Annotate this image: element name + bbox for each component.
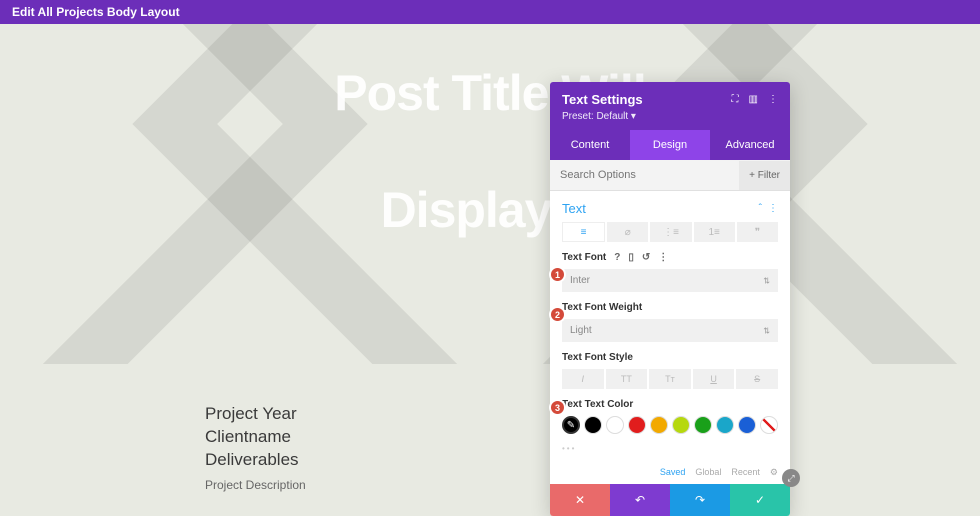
color-more-button[interactable]: •••	[550, 444, 790, 461]
color-tabs: Saved Global Recent ⚙	[550, 461, 790, 484]
reset-icon[interactable]: ↺	[642, 252, 650, 263]
tab-advanced[interactable]: Advanced	[710, 130, 790, 160]
smallcaps-button[interactable]: Tᴛ	[649, 369, 691, 389]
search-row: + Filter	[550, 160, 790, 191]
style-label: Text Font Style	[562, 352, 633, 363]
align-row: ≡ ⌀ ⋮≡ 1≡ ❞	[550, 222, 790, 252]
redo-button[interactable]: ↷	[670, 484, 730, 516]
save-button[interactable]: ✓	[730, 484, 790, 516]
top-bar: Edit All Projects Body Layout	[0, 0, 980, 24]
tabs: Content Design Advanced	[550, 130, 790, 160]
chevron-up-icon[interactable]: ˆ	[759, 203, 762, 214]
align-ol-button[interactable]: 1≡	[694, 222, 735, 242]
color-label: Text Text Color	[562, 399, 633, 410]
weight-label: Text Font Weight	[562, 302, 642, 313]
hero-area: Post Title Will Display H	[0, 24, 980, 364]
color-section: Text Text Color ✎	[550, 399, 790, 444]
gear-icon[interactable]: ⚙	[770, 467, 778, 478]
color-swatch[interactable]	[716, 416, 734, 434]
select-arrow-icon: ⇅	[763, 326, 770, 335]
annotation-badge-2: 2	[549, 306, 566, 323]
settings-panel: Text Settings ⛶ ▥ ⋮ Preset: Default ▾ Co…	[550, 82, 790, 516]
section-title: Text	[562, 201, 586, 216]
responsive-icon[interactable]: ▯	[628, 252, 634, 263]
align-left-button[interactable]: ≡	[562, 222, 605, 242]
panel-title: Text Settings	[562, 92, 643, 107]
color-swatch[interactable]	[606, 416, 624, 434]
italic-button[interactable]: I	[562, 369, 604, 389]
color-swatch[interactable]	[738, 416, 756, 434]
color-swatch[interactable]	[694, 416, 712, 434]
hero-title-line2: Display H	[0, 181, 980, 239]
color-swatch[interactable]	[650, 416, 668, 434]
color-tab-global[interactable]: Global	[695, 467, 721, 478]
hero-title-line1: Post Title Will	[0, 64, 980, 122]
columns-icon[interactable]: ▥	[749, 94, 758, 105]
eyedropper-button[interactable]: ✎	[562, 416, 580, 434]
drag-handle[interactable]: ⤢	[782, 469, 800, 487]
tab-content[interactable]: Content	[550, 130, 630, 160]
filter-button[interactable]: + Filter	[739, 161, 790, 190]
align-quote-button[interactable]: ❞	[737, 222, 778, 242]
content-area: Project Year Clientname Deliverables Pro…	[0, 364, 980, 492]
search-input[interactable]	[550, 160, 739, 190]
top-bar-title: Edit All Projects Body Layout	[12, 5, 180, 19]
weight-section: Text Font Weight Light ⇅	[550, 302, 790, 352]
font-label: Text Font	[562, 252, 606, 263]
tab-design[interactable]: Design	[630, 130, 710, 160]
help-icon[interactable]: ?	[614, 252, 620, 263]
undo-button[interactable]: ↶	[610, 484, 670, 516]
align-link-button[interactable]: ⌀	[607, 222, 648, 242]
uppercase-button[interactable]: TT	[606, 369, 648, 389]
more-icon[interactable]: ⋮	[768, 94, 778, 105]
close-button[interactable]: ✕	[550, 484, 610, 516]
section-more-icon[interactable]: ⋮	[768, 203, 778, 214]
preset-label[interactable]: Preset: Default ▾	[562, 111, 778, 122]
select-arrow-icon: ⇅	[763, 276, 770, 285]
align-ul-button[interactable]: ⋮≡	[650, 222, 691, 242]
panel-header: Text Settings ⛶ ▥ ⋮ Preset: Default ▾	[550, 82, 790, 130]
color-tab-saved[interactable]: Saved	[660, 467, 686, 478]
color-swatch[interactable]	[628, 416, 646, 434]
font-select[interactable]: Inter	[562, 269, 778, 292]
color-swatch[interactable]	[672, 416, 690, 434]
font-section: Text Font ? ▯ ↺ ⋮ Inter ⇅	[550, 252, 790, 302]
annotation-badge-1: 1	[549, 266, 566, 283]
expand-icon[interactable]: ⛶	[732, 94, 739, 105]
color-swatch[interactable]	[584, 416, 602, 434]
panel-footer: ✕ ↶ ↷ ✓	[550, 484, 790, 516]
style-section: Text Font Style I TT Tᴛ U S	[550, 352, 790, 399]
color-tab-recent[interactable]: Recent	[731, 467, 760, 478]
annotation-badge-3: 3	[549, 399, 566, 416]
color-swatch-none[interactable]	[760, 416, 778, 434]
underline-button[interactable]: U	[693, 369, 735, 389]
text-section-header[interactable]: Text ˆ ⋮	[550, 191, 790, 222]
font-more-icon[interactable]: ⋮	[658, 252, 668, 263]
weight-select[interactable]: Light	[562, 319, 778, 342]
strike-button[interactable]: S	[736, 369, 778, 389]
